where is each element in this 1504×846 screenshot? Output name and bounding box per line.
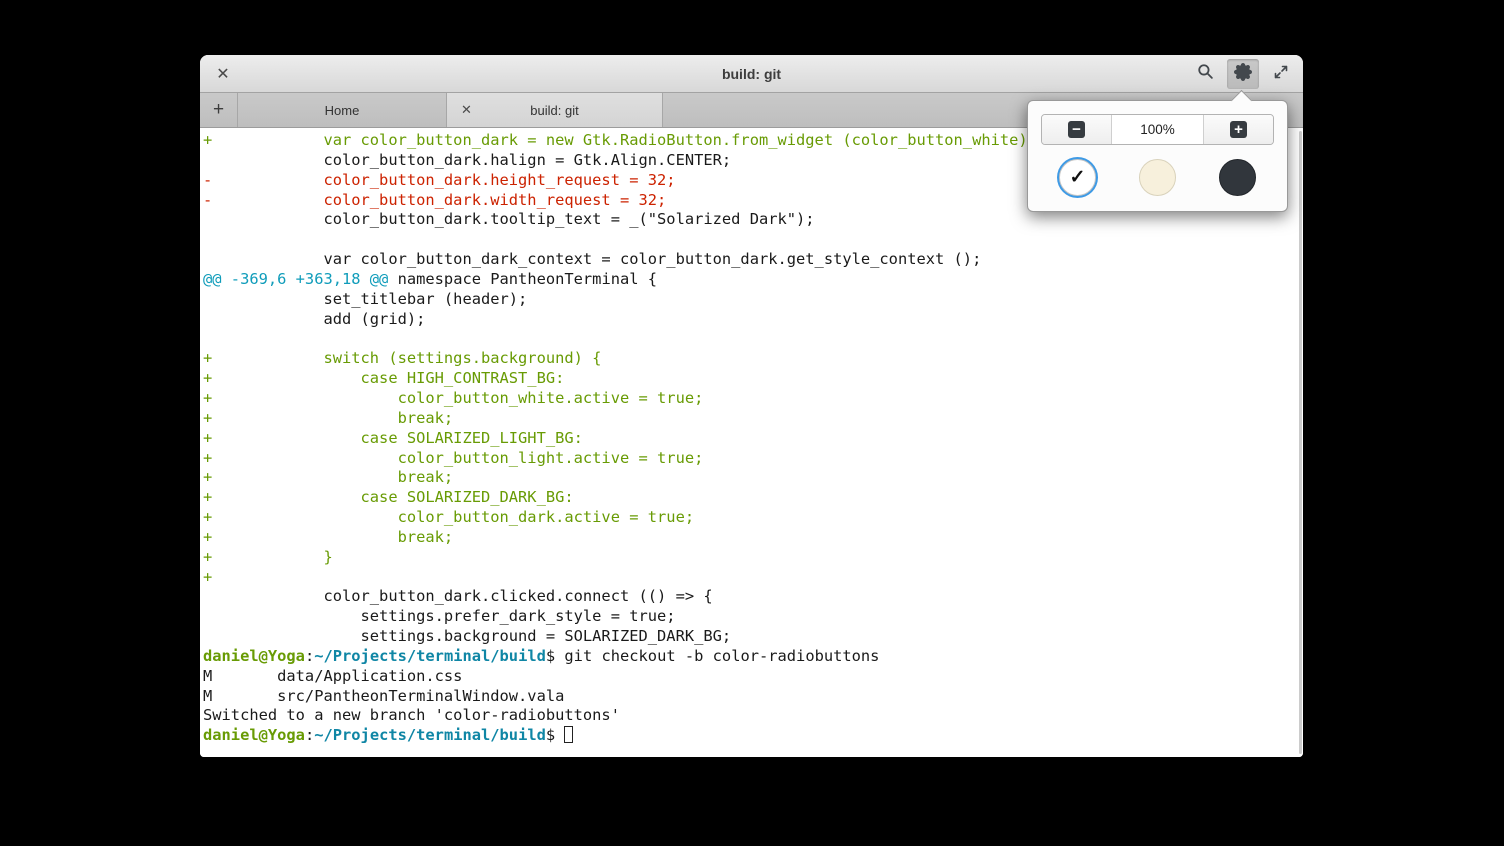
terminal-text-segment: settings.prefer_dark_style = true; <box>203 607 676 625</box>
terminal-text-segment: + } <box>203 548 333 566</box>
terminal-text-segment: var color_button_dark_context = color_bu… <box>203 250 981 268</box>
terminal-text-segment: M data/Application.css <box>203 667 462 685</box>
zoom-in-button[interactable]: + <box>1203 115 1273 144</box>
tab-label: build: git <box>530 103 578 118</box>
terminal-text-segment: daniel@Yoga <box>203 647 305 665</box>
terminal-cursor <box>564 726 573 743</box>
tab-label: Home <box>325 103 360 118</box>
terminal-text-segment: set_titlebar (header); <box>203 290 527 308</box>
terminal-text-segment: Switched to a new branch 'color-radiobut… <box>203 706 620 724</box>
tab-close-button[interactable]: ✕ <box>461 102 472 118</box>
theme-swatch-solarized-dark[interactable] <box>1219 159 1256 196</box>
terminal-text-segment: - color_button_dark.width_request = 32; <box>203 191 666 209</box>
terminal-line: var color_button_dark_context = color_bu… <box>203 250 1303 270</box>
settings-button[interactable] <box>1227 59 1259 89</box>
zoom-in-icon: + <box>1230 121 1247 138</box>
terminal-line: + color_button_white.active = true; <box>203 389 1303 409</box>
titlebar[interactable]: ✕ build: git <box>200 55 1303 93</box>
settings-popover: − 100% + ✓ <box>1027 100 1288 212</box>
terminal-screen[interactable]: + var color_button_dark = new Gtk.RadioB… <box>200 128 1303 757</box>
terminal-line: M data/Application.css <box>203 667 1303 687</box>
terminal-line: + break; <box>203 468 1303 488</box>
terminal-line: + color_button_light.active = true; <box>203 449 1303 469</box>
tab-home[interactable]: Home <box>238 93 447 127</box>
terminal-line: add (grid); <box>203 310 1303 330</box>
terminal-line: + <box>203 568 1303 588</box>
terminal-text-segment: + var color_button_dark = new Gtk.RadioB… <box>203 131 1037 149</box>
terminal-text-segment: $ <box>546 726 565 744</box>
terminal-line <box>203 329 1303 349</box>
terminal-line: + color_button_dark.active = true; <box>203 508 1303 528</box>
check-icon: ✓ <box>1070 168 1086 187</box>
terminal-text-segment: + break; <box>203 468 453 486</box>
resize-arrows-icon <box>1273 64 1289 85</box>
terminal-text-segment: + break; <box>203 409 453 427</box>
search-button[interactable] <box>1189 59 1221 89</box>
gear-icon <box>1234 63 1252 86</box>
terminal-text-segment: ~/Projects/terminal/build <box>314 647 546 665</box>
terminal-line: + case SOLARIZED_DARK_BG: <box>203 488 1303 508</box>
terminal-line: + } <box>203 548 1303 568</box>
terminal-text-segment: namespace PantheonTerminal { <box>388 270 657 288</box>
terminal-line: color_button_dark.tooltip_text = _("Sola… <box>203 210 1303 230</box>
terminal-line: daniel@Yoga:~/Projects/terminal/build$ g… <box>203 647 1303 667</box>
terminal-text-segment: + switch (settings.background) { <box>203 349 601 367</box>
terminal-line: set_titlebar (header); <box>203 290 1303 310</box>
terminal-line: settings.background = SOLARIZED_DARK_BG; <box>203 627 1303 647</box>
scrollbar[interactable] <box>1299 131 1302 754</box>
window-title: build: git <box>200 55 1303 93</box>
terminal-line: + break; <box>203 528 1303 548</box>
theme-swatch-solarized-light[interactable] <box>1139 159 1176 196</box>
terminal-line: settings.prefer_dark_style = true; <box>203 607 1303 627</box>
terminal-line: + switch (settings.background) { <box>203 349 1303 369</box>
terminal-text-segment: + case SOLARIZED_LIGHT_BG: <box>203 429 583 447</box>
terminal-line: @@ -369,6 +363,18 @@ namespace PantheonT… <box>203 270 1303 290</box>
search-icon <box>1197 63 1214 85</box>
terminal-text-segment: daniel@Yoga <box>203 726 305 744</box>
terminal-text-segment: + color_button_dark.active = true; <box>203 508 694 526</box>
terminal-text-segment: : <box>305 726 314 744</box>
terminal-text-segment: settings.background = SOLARIZED_DARK_BG; <box>203 627 731 645</box>
terminal-text-segment: + color_button_white.active = true; <box>203 389 703 407</box>
terminal-text-segment: color_button_dark.clicked.connect (() =>… <box>203 587 713 605</box>
zoom-out-icon: − <box>1068 121 1085 138</box>
terminal-line: Switched to a new branch 'color-radiobut… <box>203 706 1303 726</box>
terminal-line: + case SOLARIZED_LIGHT_BG: <box>203 429 1303 449</box>
terminal-line <box>203 230 1303 250</box>
terminal-text-segment: + case HIGH_CONTRAST_BG: <box>203 369 564 387</box>
terminal-text-segment: add (grid); <box>203 310 425 328</box>
plus-icon: + <box>213 99 224 121</box>
terminal-text-segment: @@ -369,6 +363,18 @@ <box>203 270 388 288</box>
terminal-line: color_button_dark.clicked.connect (() =>… <box>203 587 1303 607</box>
terminal-text-segment: - color_button_dark.height_request = 32; <box>203 171 676 189</box>
terminal-line: + case HIGH_CONTRAST_BG: <box>203 369 1303 389</box>
terminal-text-segment: : <box>305 647 314 665</box>
zoom-level-button[interactable]: 100% <box>1112 115 1203 144</box>
terminal-text-segment: M src/PantheonTerminalWindow.vala <box>203 687 564 705</box>
terminal-text-segment: ~/Projects/terminal/build <box>314 726 546 744</box>
terminal-text-segment: $ git checkout -b color-radiobuttons <box>546 647 880 665</box>
zoom-controls: − 100% + <box>1041 114 1274 145</box>
theme-swatches: ✓ <box>1041 145 1274 197</box>
terminal-text-segment: + case SOLARIZED_DARK_BG: <box>203 488 574 506</box>
terminal-line: + break; <box>203 409 1303 429</box>
terminal-text-segment: + <box>203 568 212 586</box>
tab-build-git[interactable]: ✕ build: git <box>447 93 663 127</box>
theme-swatch-high-contrast-light[interactable]: ✓ <box>1059 159 1096 196</box>
terminal-text-segment: color_button_dark.tooltip_text = _("Sola… <box>203 210 815 228</box>
new-tab-button[interactable]: + <box>200 93 238 127</box>
terminal-text-segment: + break; <box>203 528 453 546</box>
terminal-text-segment: color_button_dark.halign = Gtk.Align.CEN… <box>203 151 731 169</box>
terminal-line: M src/PantheonTerminalWindow.vala <box>203 687 1303 707</box>
terminal-text-segment: + color_button_light.active = true; <box>203 449 703 467</box>
zoom-out-button[interactable]: − <box>1042 115 1112 144</box>
fullscreen-button[interactable] <box>1265 59 1297 89</box>
titlebar-actions <box>1189 59 1297 89</box>
terminal-line: daniel@Yoga:~/Projects/terminal/build$ <box>203 726 1303 746</box>
